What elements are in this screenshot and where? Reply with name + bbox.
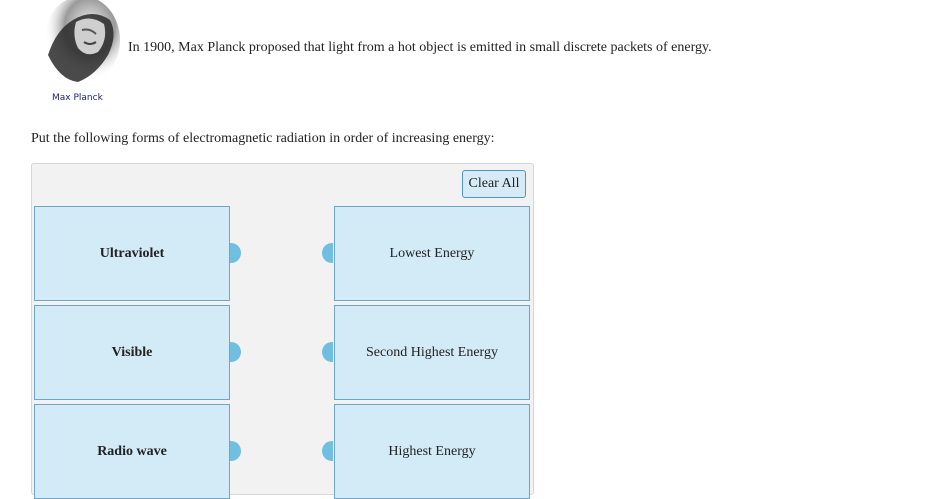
target-highest-energy[interactable]: Highest Energy xyxy=(334,404,530,499)
draggable-item-ultraviolet[interactable]: Ultraviolet xyxy=(34,206,230,301)
target-lowest-energy[interactable]: Lowest Energy xyxy=(334,206,530,301)
draggable-item-radio-wave[interactable]: Radio wave xyxy=(34,404,230,499)
clear-all-button[interactable]: Clear All xyxy=(462,170,526,198)
intro-text: In 1900, Max Planck proposed that light … xyxy=(128,40,712,55)
target-second-highest-energy[interactable]: Second Highest Energy xyxy=(334,305,530,400)
question-text: Put the following forms of electromagnet… xyxy=(31,131,495,146)
portrait-caption: Max Planck xyxy=(52,93,103,103)
draggable-item-visible[interactable]: Visible xyxy=(34,305,230,400)
max-planck-portrait xyxy=(38,0,120,88)
